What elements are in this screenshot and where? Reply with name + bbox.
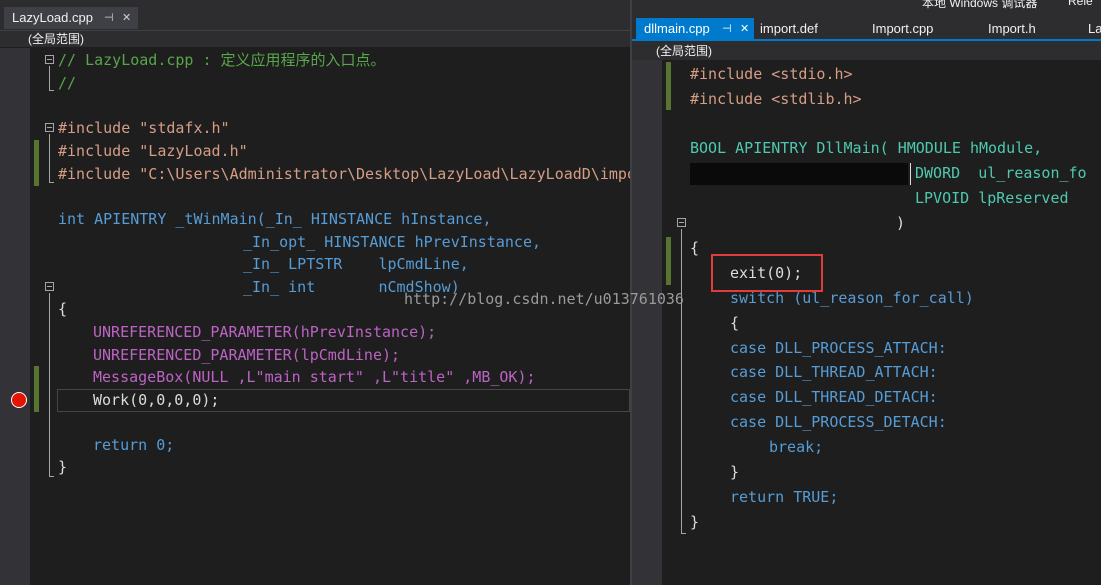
code-line[interactable]: int APIENTRY _tWinMain(_In_ HINSTANCE hI…	[58, 208, 491, 230]
fold-guide-end	[49, 182, 54, 183]
collapse-icon[interactable]	[45, 282, 54, 291]
code-line[interactable]: break;	[769, 436, 823, 458]
close-icon[interactable]: ✕	[122, 7, 131, 29]
right-tab-strip: 本地 Windows 调试器 Rele dllmain.cpp ⊣ ✕ impo…	[632, 0, 1101, 40]
code-line[interactable]: _In_opt_ HINSTANCE hPrevInstance,	[243, 231, 541, 253]
caret	[910, 163, 911, 185]
code-line[interactable]: #include <stdlib.h>	[690, 88, 862, 110]
collapse-icon[interactable]	[45, 55, 54, 64]
code-line[interactable]: //	[58, 72, 76, 94]
pin-icon[interactable]: ⊣	[722, 18, 732, 40]
fold-guide	[681, 229, 682, 533]
code-line[interactable]: return TRUE;	[730, 486, 838, 508]
tab-overflow[interactable]: La	[1080, 18, 1101, 40]
code-line[interactable]: }	[58, 456, 67, 478]
code-line[interactable]: #include "C:\Users\Administrator\Desktop…	[58, 163, 630, 185]
pin-icon[interactable]: ⊣	[104, 7, 114, 29]
tab-dllmain-cpp[interactable]: dllmain.cpp ⊣ ✕	[636, 18, 754, 40]
debug-toolbar: 本地 Windows 调试器 Rele	[632, 0, 1101, 12]
change-indicator	[34, 366, 39, 412]
close-icon[interactable]: ✕	[740, 18, 749, 40]
code-line[interactable]: case DLL_PROCESS_DETACH:	[730, 411, 947, 433]
right-indicator-margin[interactable]	[632, 60, 662, 585]
left-indicator-margin[interactable]	[0, 48, 30, 585]
code-line[interactable]: }	[730, 461, 739, 483]
left-scope-bar[interactable]: (全局范围)	[0, 30, 630, 47]
fold-guide	[49, 134, 50, 182]
code-line[interactable]: {	[690, 237, 699, 259]
scope-dropdown[interactable]: (全局范围)	[28, 31, 84, 47]
collapse-icon[interactable]	[677, 218, 686, 227]
tab-lazyload-cpp[interactable]: LazyLoad.cpp ⊣ ✕	[4, 7, 138, 29]
code-line[interactable]: {	[58, 298, 67, 320]
change-indicator	[34, 140, 39, 186]
code-line[interactable]: #include "LazyLoad.h"	[58, 140, 248, 162]
tab-import-cpp[interactable]: Import.cpp	[864, 18, 964, 40]
watermark-text: http://blog.csdn.net/u013761036	[404, 290, 684, 308]
code-line[interactable]: MessageBox(NULL ,L"main start" ,L"title"…	[93, 366, 536, 388]
right-editor-pane: 本地 Windows 调试器 Rele dllmain.cpp ⊣ ✕ impo…	[632, 0, 1101, 585]
code-line[interactable]: #include "stdafx.h"	[58, 117, 230, 139]
breakpoint-icon[interactable]	[11, 392, 27, 408]
tab-label: dllmain.cpp	[644, 21, 710, 36]
code-line[interactable]: UNREFERENCED_PARAMETER(lpCmdLine);	[93, 344, 400, 366]
collapse-icon[interactable]	[45, 123, 54, 132]
code-line[interactable]: Work(0,0,0,0);	[93, 389, 219, 411]
code-line[interactable]: {	[730, 312, 739, 334]
config-label[interactable]: Rele	[1068, 0, 1093, 8]
left-tab-strip: LazyLoad.cpp ⊣ ✕	[0, 0, 630, 30]
code-line[interactable]: return 0;	[93, 434, 174, 456]
code-line[interactable]: case DLL_THREAD_ATTACH:	[730, 361, 938, 383]
selected-region	[690, 163, 908, 185]
code-line[interactable]: // LazyLoad.cpp : 定义应用程序的入口点。	[58, 49, 386, 71]
fold-guide	[49, 293, 50, 476]
annotation-highlight-box	[711, 254, 823, 292]
code-line[interactable]: }	[690, 511, 699, 533]
code-line[interactable]: LPVOID lpReserved	[915, 187, 1069, 209]
code-line[interactable]: UNREFERENCED_PARAMETER(hPrevInstance);	[93, 321, 436, 343]
change-indicator	[666, 62, 671, 110]
code-line[interactable]: case DLL_THREAD_DETACH:	[730, 386, 938, 408]
code-line[interactable]: DWORD ul_reason_fo	[915, 162, 1087, 184]
code-line[interactable]: #include <stdio.h>	[690, 63, 853, 85]
code-line[interactable]: case DLL_PROCESS_ATTACH:	[730, 337, 947, 359]
tab-import-h[interactable]: Import.h	[980, 18, 1070, 40]
scope-dropdown[interactable]: (全局范围)	[656, 41, 712, 61]
fold-guide-end	[49, 476, 54, 477]
tab-label: LazyLoad.cpp	[12, 10, 93, 25]
code-line[interactable]: BOOL APIENTRY DllMain( HMODULE hModule,	[690, 137, 1042, 159]
change-indicator	[666, 237, 671, 285]
right-scope-bar[interactable]: (全局范围)	[632, 39, 1101, 61]
code-line[interactable]: )	[896, 212, 905, 234]
code-line[interactable]: _In_ LPTSTR lpCmdLine,	[243, 253, 469, 275]
fold-guide	[49, 66, 50, 90]
fold-guide-end	[681, 533, 686, 534]
debugger-label[interactable]: 本地 Windows 调试器	[922, 0, 1037, 11]
fold-guide-end	[49, 90, 54, 91]
tab-import-def[interactable]: import.def	[752, 18, 852, 40]
